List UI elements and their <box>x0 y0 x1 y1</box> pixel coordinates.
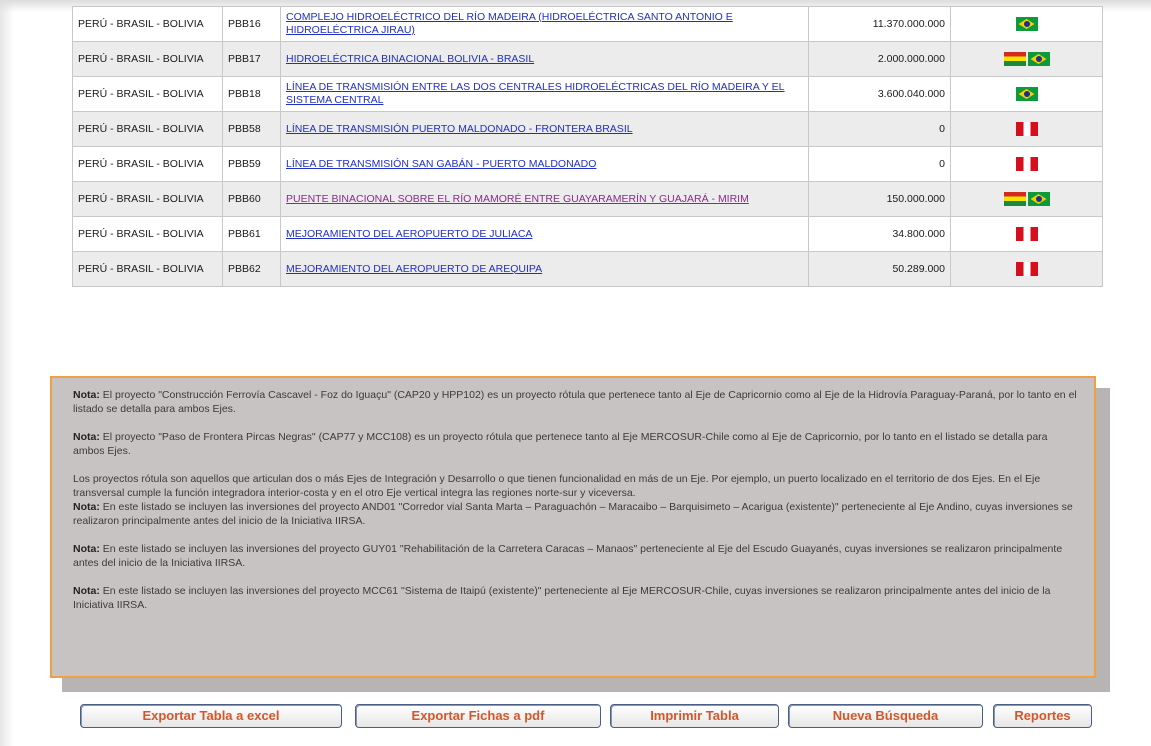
project-code-cell: PBB58 <box>222 111 281 147</box>
countries-cell <box>950 181 1103 217</box>
axis-cell: PERÚ - BRASIL - BOLIVIA <box>72 181 223 217</box>
note-label: Nota: <box>73 585 100 597</box>
page-shadow-left <box>0 0 14 746</box>
project-link[interactable]: MEJORAMIENTO DEL AEROPUERTO DE AREQUIPA <box>286 263 542 275</box>
note-paragraph: Nota: En este listado se incluyen las in… <box>73 584 1080 612</box>
table-row: PERÚ - BRASIL - BOLIVIA PBB60 PUENTE BINAC… <box>72 181 1103 217</box>
project-name-cell: PUENTE BINACIONAL SOBRE EL RÍO MAMORÉ EN… <box>280 181 809 217</box>
axis-cell: PERÚ - BRASIL - BOLIVIA <box>72 251 223 287</box>
countries-cell <box>950 111 1103 147</box>
table-row: PERÚ - BRASIL - BOLIVIA PBB16 COMPLEJO HID… <box>72 6 1103 42</box>
project-link[interactable]: MEJORAMIENTO DEL AEROPUERTO DE JULIACA <box>286 228 532 240</box>
table-row: PERÚ - BRASIL - BOLIVIA PBB61 MEJORAMIENTO… <box>72 216 1103 252</box>
countries-cell <box>950 41 1103 77</box>
project-link[interactable]: HIDROELÉCTRICA BINACIONAL BOLIVIA - BRAS… <box>286 53 534 65</box>
brazil-flag-icon <box>1015 17 1038 31</box>
note-text: El proyecto "Construcción Ferrovía Casca… <box>73 389 1077 415</box>
note-paragraph: Nota: El proyecto "Construcción Ferrovía… <box>73 388 1080 416</box>
print-table-button[interactable]: Imprimir Tabla <box>610 704 779 728</box>
table-row: PERÚ - BRASIL - BOLIVIA PBB62 MEJORAMIENTO… <box>72 251 1103 287</box>
countries-cell <box>950 76 1103 112</box>
investment-amount-cell: 34.800.000 <box>808 216 951 252</box>
investment-amount-cell: 150.000.000 <box>808 181 951 217</box>
project-link[interactable]: LÍNEA DE TRANSMISIÓN ENTRE LAS DOS CENTR… <box>286 81 785 106</box>
note-label: Nota: <box>73 389 100 401</box>
project-code-cell: PBB16 <box>222 6 281 42</box>
table-row: PERÚ - BRASIL - BOLIVIA PBB58 LÍNEA DE TRA… <box>72 111 1103 147</box>
investment-amount-cell: 50.289.000 <box>808 251 951 287</box>
note-label: Nota: <box>73 501 100 513</box>
investment-amount-cell: 0 <box>808 146 951 182</box>
bolivia-flag-icon <box>1003 192 1026 206</box>
project-name-cell: LÍNEA DE TRANSMISIÓN PUERTO MALDONADO - … <box>280 111 809 147</box>
new-search-button[interactable]: Nueva Búsqueda <box>788 704 983 728</box>
note-text: En este listado se incluyen las inversio… <box>73 585 1051 611</box>
reports-button[interactable]: Reportes <box>993 704 1092 728</box>
note-label: Nota: <box>73 543 100 555</box>
project-name-cell: LÍNEA DE TRANSMISIÓN SAN GABÁN - PUERTO … <box>280 146 809 182</box>
investment-amount-cell: 11.370.000.000 <box>808 6 951 42</box>
bolivia-flag-icon <box>1003 52 1026 66</box>
axis-cell: PERÚ - BRASIL - BOLIVIA <box>72 146 223 182</box>
table-row: PERÚ - BRASIL - BOLIVIA PBB18 LÍNEA DE TRA… <box>72 76 1103 112</box>
peru-flag-icon <box>1015 157 1038 171</box>
peru-flag-icon <box>1015 227 1038 241</box>
project-name-cell: LÍNEA DE TRANSMISIÓN ENTRE LAS DOS CENTR… <box>280 76 809 112</box>
rotula-explanation: Los proyectos rótula son aquellos que ar… <box>73 473 1041 499</box>
project-name-cell: MEJORAMIENTO DEL AEROPUERTO DE JULIACA <box>280 216 809 252</box>
brazil-flag-icon <box>1015 87 1038 101</box>
project-code-cell: PBB18 <box>222 76 281 112</box>
investment-amount-cell: 2.000.000.000 <box>808 41 951 77</box>
axis-cell: PERÚ - BRASIL - BOLIVIA <box>72 6 223 42</box>
project-code-cell: PBB61 <box>222 216 281 252</box>
project-name-cell: HIDROELÉCTRICA BINACIONAL BOLIVIA - BRAS… <box>280 41 809 77</box>
project-code-cell: PBB17 <box>222 41 281 77</box>
note-text: En este listado se incluyen las inversio… <box>73 501 1073 527</box>
notes-panel: Nota: El proyecto "Construcción Ferrovía… <box>50 376 1096 678</box>
brazil-flag-icon <box>1027 192 1050 206</box>
countries-cell <box>950 6 1103 42</box>
export-excel-button[interactable]: Exportar Tabla a excel <box>80 704 342 728</box>
project-name-cell: COMPLEJO HIDROELÉCTRICO DEL RÍO MADEIRA … <box>280 6 809 42</box>
project-code-cell: PBB59 <box>222 146 281 182</box>
countries-cell <box>950 216 1103 252</box>
export-pdf-button[interactable]: Exportar Fichas a pdf <box>355 704 601 728</box>
axis-cell: PERÚ - BRASIL - BOLIVIA <box>72 76 223 112</box>
project-link[interactable]: LÍNEA DE TRANSMISIÓN PUERTO MALDONADO - … <box>286 123 633 135</box>
countries-cell <box>950 146 1103 182</box>
table-row: PERÚ - BRASIL - BOLIVIA PBB17 HIDROELÉCTRI… <box>72 41 1103 77</box>
note-paragraph: Nota: En este listado se incluyen las in… <box>73 542 1080 570</box>
investment-amount-cell: 0 <box>808 111 951 147</box>
table-row: PERÚ - BRASIL - BOLIVIA PBB59 LÍNEA DE TRA… <box>72 146 1103 182</box>
note-paragraph: Nota: En este listado se incluyen las in… <box>73 500 1080 528</box>
peru-flag-icon <box>1015 122 1038 136</box>
investment-amount-cell: 3.600.040.000 <box>808 76 951 112</box>
peru-flag-icon <box>1015 262 1038 276</box>
project-code-cell: PBB60 <box>222 181 281 217</box>
note-text: El proyecto "Paso de Frontera Pircas Neg… <box>73 431 1048 457</box>
note-text: En este listado se incluyen las inversio… <box>73 543 1063 569</box>
note-label: Nota: <box>73 431 100 443</box>
project-name-cell: MEJORAMIENTO DEL AEROPUERTO DE AREQUIPA <box>280 251 809 287</box>
axis-cell: PERÚ - BRASIL - BOLIVIA <box>72 216 223 252</box>
project-code-cell: PBB62 <box>222 251 281 287</box>
project-link[interactable]: LÍNEA DE TRANSMISIÓN SAN GABÁN - PUERTO … <box>286 158 596 170</box>
brazil-flag-icon <box>1027 52 1050 66</box>
note-paragraph: Nota: El proyecto "Paso de Frontera Pirc… <box>73 430 1080 458</box>
project-link[interactable]: PUENTE BINACIONAL SOBRE EL RÍO MAMORÉ EN… <box>286 193 749 205</box>
project-link[interactable]: COMPLEJO HIDROELÉCTRICO DEL RÍO MADEIRA … <box>286 11 733 36</box>
countries-cell <box>950 251 1103 287</box>
projects-table: PERÚ - BRASIL - BOLIVIA PBB16 COMPLEJO HID… <box>72 6 1103 287</box>
axis-cell: PERÚ - BRASIL - BOLIVIA <box>72 41 223 77</box>
axis-cell: PERÚ - BRASIL - BOLIVIA <box>72 111 223 147</box>
